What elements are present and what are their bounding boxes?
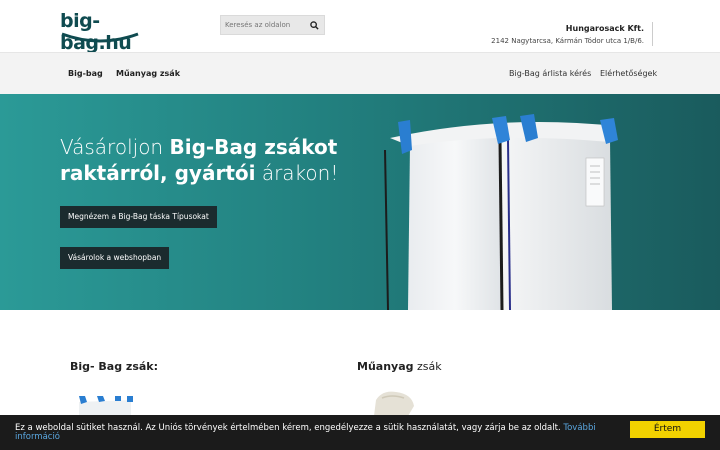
header-divider bbox=[652, 22, 653, 46]
site-logo[interactable]: big-bag.hu bbox=[60, 8, 144, 54]
products-section: Big- Bag zsák: Műanyag zsák bbox=[0, 310, 720, 416]
cookie-accept-button[interactable]: Értem bbox=[630, 421, 705, 438]
section-title-big-bag-text: Big- Bag zsák: bbox=[70, 360, 159, 373]
search-button[interactable] bbox=[304, 16, 324, 34]
cookie-text: Ez a weboldal sütiket használ. Az Uniós … bbox=[15, 423, 564, 433]
hero-title-part2: árakon! bbox=[255, 161, 339, 185]
cookie-bar: Ez a weboldal sütiket használ. Az Uniós … bbox=[0, 415, 720, 450]
hero-title-part1: Vásároljon bbox=[60, 135, 170, 159]
search-box bbox=[220, 15, 325, 35]
big-bag-thumbnail[interactable] bbox=[75, 396, 135, 416]
big-bag-image bbox=[384, 114, 618, 310]
nav-item-arlista[interactable]: Big-Bag árlista kérés bbox=[509, 69, 591, 78]
main-nav: Big-bag Műanyag zsák Big-Bag árlista kér… bbox=[0, 52, 720, 94]
search-input[interactable] bbox=[221, 16, 306, 34]
hero-title: Vásároljon Big-Bag zsákot raktárról, gyá… bbox=[60, 134, 380, 186]
nav-item-muanyag-zsak[interactable]: Műanyag zsák bbox=[116, 69, 180, 78]
section-title-big-bag: Big- Bag zsák: bbox=[70, 360, 158, 373]
cookie-message: Ez a weboldal sütiket használ. Az Uniós … bbox=[15, 424, 615, 442]
company-address: 2142 Nagytarcsa, Kármán Tódor utca 1/B/6… bbox=[491, 37, 644, 45]
search-icon bbox=[309, 20, 319, 30]
nav-item-big-bag[interactable]: Big-bag bbox=[68, 69, 103, 78]
section-title-muanyag-rest: zsák bbox=[413, 360, 442, 373]
company-name: Hungarosack Kft. bbox=[565, 24, 644, 33]
logo-swoosh-icon bbox=[61, 32, 139, 43]
section-title-muanyag: Műanyag zsák bbox=[357, 360, 442, 373]
muanyag-zsak-thumbnail[interactable] bbox=[368, 388, 418, 416]
webshop-button[interactable]: Vásárolok a webshopban bbox=[60, 247, 170, 269]
nav-item-elerhetosegek[interactable]: Elérhetőségek bbox=[600, 69, 657, 78]
site-header: big-bag.hu Hungarosack Kft. 2142 Nagytar… bbox=[0, 0, 720, 54]
hero-banner: Vásároljon Big-Bag zsákot raktárról, gyá… bbox=[0, 94, 720, 310]
types-button[interactable]: Megnézem a Big-Bag táska Típusokat bbox=[60, 206, 217, 228]
section-title-muanyag-bold: Műanyag bbox=[357, 360, 414, 373]
